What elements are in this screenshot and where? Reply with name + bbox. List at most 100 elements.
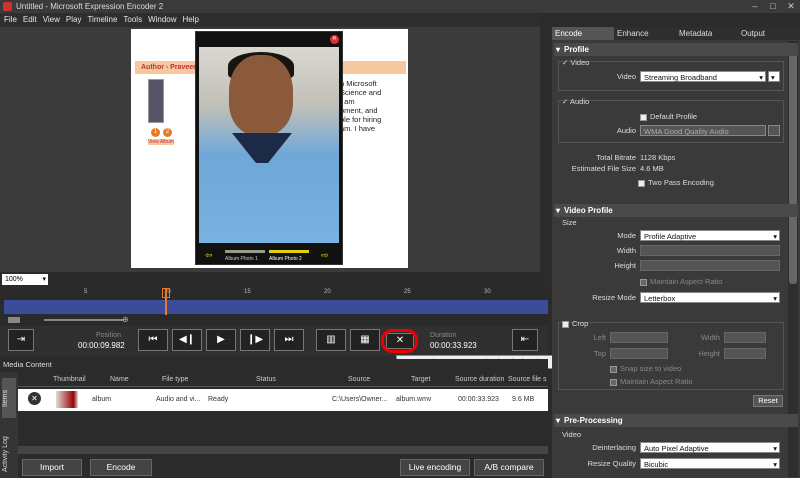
collapse-icon: ▾: [556, 206, 561, 215]
collapse-icon: ▾: [556, 416, 561, 425]
chevron-down-icon: ▾: [773, 444, 777, 453]
mark-out-button[interactable]: ⇤: [512, 329, 538, 351]
next-frame-button[interactable]: ❙▶: [240, 329, 270, 351]
crop-maintain-aspect-checkbox[interactable]: Maintain Aspect Ratio: [610, 377, 693, 386]
encode-button[interactable]: Encode: [90, 459, 152, 476]
add-segment-button[interactable]: ▦: [350, 329, 380, 351]
column-header[interactable]: Source file s: [508, 376, 547, 383]
video-profile-select[interactable]: Streaming Broadband ▾: [640, 71, 766, 82]
import-button[interactable]: Import: [22, 459, 82, 476]
go-to-end-button[interactable]: ⏭: [274, 329, 304, 351]
album-next-label: Album Photo 2: [269, 256, 302, 262]
crop-top-label: Top: [593, 349, 606, 358]
profile-section-header[interactable]: ▾ Profile: [554, 43, 798, 56]
resize-mode-select[interactable]: Letterbox ▾: [640, 292, 780, 303]
timeline-zoom-slider[interactable]: ⊕: [4, 315, 544, 325]
go-to-start-button[interactable]: ⏮: [138, 329, 168, 351]
two-pass-checkbox[interactable]: Two Pass Encoding: [638, 178, 714, 187]
resize-quality-select[interactable]: Bicubic ▾: [640, 458, 780, 469]
column-header[interactable]: Thumbnail: [53, 376, 86, 383]
close-icon[interactable]: ✕: [782, 0, 800, 13]
checkbox-icon: [640, 113, 647, 121]
media-side-tabs: Items Activity Log: [0, 372, 18, 478]
menu-tools[interactable]: Tools: [123, 13, 142, 27]
split-segment-button[interactable]: ▥: [316, 329, 346, 351]
minimize-icon[interactable]: –: [746, 0, 764, 13]
video-label: Video: [616, 72, 636, 81]
maintain-aspect-checkbox[interactable]: Maintain Aspect Ratio: [640, 277, 723, 286]
media-grid-header: Thumbnail Name File type Status Source T…: [18, 376, 548, 387]
remove-item-icon[interactable]: ✕: [28, 392, 41, 405]
cell-source: C:\Users\Owner...: [332, 396, 388, 403]
tick-label: 15: [244, 289, 251, 295]
tab-items[interactable]: Items: [2, 378, 16, 418]
tab-encode[interactable]: Encode: [552, 27, 614, 40]
zoom-icon: ⊕: [122, 315, 129, 324]
crop-left-label: Left: [593, 333, 606, 342]
maximize-icon[interactable]: □: [764, 0, 782, 13]
crop-checkbox[interactable]: Crop: [562, 319, 588, 328]
menu-window[interactable]: Window: [148, 13, 176, 27]
menu-view[interactable]: View: [43, 13, 60, 27]
video-profile-section-header[interactable]: ▾ Video Profile: [554, 204, 798, 217]
tab-metadata[interactable]: Metadata: [676, 27, 738, 40]
mode-select[interactable]: Profile Adaptive ▾: [640, 230, 780, 241]
height-label: Height: [614, 261, 636, 270]
table-row[interactable]: album Audio and vi... Ready C:\Users\Own…: [18, 389, 548, 411]
column-header[interactable]: Target: [411, 376, 430, 383]
menu-file[interactable]: File: [4, 13, 17, 27]
previous-frame-button[interactable]: ◀❙: [172, 329, 202, 351]
chevron-down-icon: ▾: [773, 294, 777, 303]
media-thumbnail: [56, 391, 78, 408]
chevron-down-icon: ▾: [42, 276, 46, 283]
mark-in-button[interactable]: ⇥: [8, 329, 34, 351]
crop-left-field[interactable]: [610, 332, 668, 343]
ab-compare-button[interactable]: A/B compare: [474, 459, 544, 476]
crop-top-field[interactable]: [610, 348, 668, 359]
column-header[interactable]: Status: [256, 376, 276, 383]
menu-help[interactable]: Help: [183, 13, 199, 27]
total-bitrate-label: Total Bitrate: [596, 153, 636, 162]
page-number-2: 2: [163, 128, 172, 137]
timeline-track[interactable]: [4, 300, 548, 314]
width-field[interactable]: [640, 245, 780, 256]
reset-button[interactable]: Reset: [753, 395, 783, 407]
collapse-icon: ▾: [556, 45, 561, 54]
audio-label: Audio: [616, 126, 636, 135]
checkbox-icon: [610, 378, 617, 386]
menu-edit[interactable]: Edit: [23, 13, 37, 27]
resize-mode-label: Resize Mode: [592, 293, 636, 302]
height-field[interactable]: [640, 260, 780, 271]
menu-timeline[interactable]: Timeline: [87, 13, 117, 27]
playhead[interactable]: [165, 288, 167, 316]
column-header[interactable]: Source duration: [455, 376, 504, 383]
tab-output[interactable]: Output: [738, 27, 800, 40]
zoom-select[interactable]: 100% ▾: [2, 274, 48, 285]
pre-processing-section-header[interactable]: ▾ Pre-Processing: [554, 414, 798, 427]
play-button[interactable]: ▶: [206, 329, 236, 351]
zoom-slider-track[interactable]: [44, 319, 124, 321]
audio-profile-select[interactable]: WMA Good Quality Audio: [640, 125, 766, 136]
chevron-down-icon: ▾: [773, 232, 777, 241]
crop-height-field[interactable]: [724, 348, 766, 359]
column-header[interactable]: Source: [348, 376, 370, 383]
crop-width-field[interactable]: [724, 332, 766, 343]
panel-scroll-thumb[interactable]: [789, 44, 797, 284]
column-header[interactable]: Name: [110, 376, 129, 383]
timeline-toolbar: [0, 272, 540, 286]
live-encoding-button[interactable]: Live encoding: [400, 459, 470, 476]
horizontal-scrollbar[interactable]: [18, 446, 548, 454]
tab-enhance[interactable]: Enhance: [614, 27, 676, 40]
author-text: h Microsoft Science and I am pment, and …: [340, 79, 382, 133]
audio-options-button[interactable]: [768, 125, 780, 136]
tab-activity-log[interactable]: Activity Log: [2, 432, 16, 476]
default-profile-checkbox[interactable]: Default Profile: [640, 112, 697, 121]
deinterlacing-select[interactable]: Auto Pixel Adaptive ▾: [640, 442, 780, 453]
video-options-button[interactable]: ▾: [768, 71, 780, 82]
tick-label: 25: [404, 289, 411, 295]
menu-play[interactable]: Play: [66, 13, 82, 27]
snap-size-checkbox[interactable]: Snap size to video: [610, 364, 681, 373]
column-header[interactable]: File type: [162, 376, 188, 383]
audio-group-label: ✓ Audio: [562, 97, 590, 106]
duration-label: Duration: [430, 332, 457, 339]
